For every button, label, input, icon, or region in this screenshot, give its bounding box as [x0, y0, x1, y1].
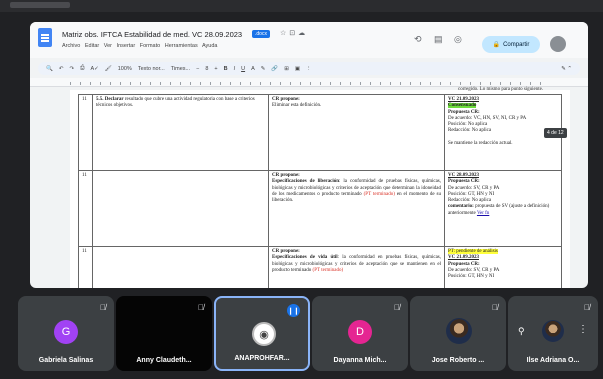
agreement-cell[interactable]: PT: pendiente de análisis VC 21.09.2023 … [444, 246, 562, 288]
shared-screen: Matriz obs. IFTCA Estabilidad de med. VC… [30, 22, 588, 288]
header-fragment: corregido. Lo mismo para punto siguiente… [458, 87, 544, 92]
proposal-cell[interactable]: CR propone: Especificaciones de liberaci… [268, 170, 445, 247]
mic-off-icon: 🎙̸ [584, 303, 590, 312]
meet-icon[interactable]: ◎ [454, 34, 462, 45]
mic-off-icon: 🎙̸ [100, 303, 106, 312]
avatar: G [54, 320, 78, 344]
editing-mode-icon[interactable]: ✎ ⌃ [561, 66, 572, 72]
underline-icon[interactable]: U [241, 66, 245, 72]
original-text-cell[interactable] [92, 170, 269, 247]
participant-name: ANAPROHFAR... [234, 355, 290, 362]
speaking-indicator-icon: ❙❙ [287, 304, 300, 317]
link-icon[interactable]: 🔗 [271, 66, 278, 72]
window-top-bar [0, 0, 603, 12]
bold-icon[interactable]: B [224, 66, 228, 72]
participant-name: Anny Claudeth... [136, 357, 192, 364]
font-size-increase-icon[interactable]: + [214, 66, 217, 72]
mic-off-icon: 🎙̸ [198, 303, 204, 312]
proposal-cell[interactable]: CR propone: Eliminar esta definición. [268, 94, 445, 171]
participant-strip: 🎙̸ G Gabriela Salinas 🎙̸ Anny Claudeth..… [18, 296, 598, 374]
proposal-cell[interactable]: CR propone: Especificaciones de vida úti… [268, 246, 445, 288]
pin-icon[interactable]: ⚲ [518, 326, 525, 337]
document-page[interactable]: corregido. Lo mismo para punto siguiente… [70, 87, 570, 288]
mic-off-icon: 🎙̸ [492, 303, 498, 312]
cloud-status-icon[interactable]: ☁ [298, 30, 308, 37]
original-text-cell[interactable] [92, 246, 269, 288]
agreement-cell[interactable]: VC 28.09.2023 Propuesta CR: De acuerdo: … [444, 170, 562, 247]
participant-tile[interactable]: 🎙̸ G Gabriela Salinas [18, 296, 114, 371]
share-button-label: Compartir [503, 41, 530, 48]
account-avatar[interactable] [550, 36, 566, 52]
lock-icon: 🔒 [492, 42, 501, 48]
formatting-toolbar: 🔍 ↶ ↷ ⎙ A✓ 🖌 100% Texto nor... Times... … [38, 62, 580, 75]
document-title[interactable]: Matriz obs. IFTCA Estabilidad de med. VC… [62, 30, 242, 39]
zoom-select[interactable]: 100% [118, 66, 132, 72]
see-link[interactable]: Ver fn [477, 211, 489, 216]
redo-icon[interactable]: ↷ [69, 66, 74, 72]
participant-name: Gabriela Salinas [38, 357, 94, 364]
more-options-icon[interactable]: ⋮ [578, 324, 588, 335]
original-text-cell[interactable]: 5.5. Declarar resultado que cubre una ac… [92, 94, 269, 171]
participant-tile[interactable]: 🎙̸ Anny Claudeth... [116, 296, 212, 371]
font-size-input[interactable]: 8 [205, 66, 208, 72]
row-number: 11 [78, 170, 93, 247]
move-folder-icon[interactable]: ⊡ [289, 30, 298, 37]
consensus-highlight: Consensuado [448, 103, 477, 109]
font-select[interactable]: Times... [171, 66, 190, 72]
avatar: D [348, 320, 372, 344]
text-color-icon[interactable]: A [251, 66, 255, 72]
participant-photo [446, 318, 472, 344]
spellcheck-icon[interactable]: A✓ [90, 66, 98, 72]
ruler-ticks [70, 82, 548, 85]
style-select[interactable]: Texto nor... [138, 66, 165, 72]
mic-off-icon: 🎙̸ [394, 303, 400, 312]
share-button[interactable]: 🔒 Compartir [482, 36, 540, 53]
print-icon[interactable]: ⎙ [80, 65, 84, 72]
organization-logo-icon: ◉ [252, 322, 276, 346]
top-bar-indicator [10, 2, 70, 8]
participant-tile-active[interactable]: ❙❙ ◉ ANAPROHFAR... [214, 296, 310, 371]
menu-bar[interactable]: Archivo Editar Ver Insertar Formato Herr… [62, 43, 217, 49]
comment-add-icon[interactable]: ⊞ [284, 66, 289, 72]
participant-name: Dayanna Mich... [333, 357, 387, 364]
participant-name: Jose Roberto ... [431, 357, 485, 364]
file-type-badge: .docx [252, 30, 270, 38]
participant-tile[interactable]: 🎙̸ Jose Roberto ... [410, 296, 506, 371]
star-icon[interactable]: ☆ [280, 30, 289, 37]
google-docs-logo-icon[interactable] [38, 28, 52, 47]
page-indicator: 4 de 12 [544, 128, 567, 138]
participant-tile[interactable]: 🎙̸ D Dayanna Mich... [312, 296, 408, 371]
participant-photo [542, 320, 564, 342]
italic-icon[interactable]: I [234, 66, 236, 72]
font-size-decrease-icon[interactable]: − [196, 66, 199, 72]
table-row: 11 CR propone: Especificaciones de liber… [78, 170, 562, 247]
comments-icon[interactable]: ▤ [434, 34, 443, 45]
pending-highlight: PT: pendiente de análisis [448, 249, 498, 254]
table-row: 11 CR propone: Especificaciones de vida … [78, 246, 562, 288]
row-number: 11 [78, 94, 93, 171]
search-icon[interactable]: 🔍 [46, 66, 53, 72]
image-icon[interactable]: ▣ [295, 66, 300, 72]
history-icon[interactable]: ⟲ [414, 34, 422, 45]
more-icon[interactable]: ⋮ [306, 66, 312, 72]
participant-name: Ilse Adriana O... [526, 357, 580, 364]
undo-icon[interactable]: ↶ [59, 66, 64, 72]
row-number: 11 [78, 246, 93, 288]
docs-title-bar: Matriz obs. IFTCA Estabilidad de med. VC… [30, 22, 588, 58]
table-row: 11 5.5. Declarar resultado que cubre una… [78, 94, 562, 171]
title-actions[interactable]: ☆⊡☁ [280, 29, 308, 37]
paint-format-icon[interactable]: 🖌 [105, 66, 112, 72]
ruler[interactable] [30, 78, 588, 87]
highlight-icon[interactable]: ✎ [261, 66, 266, 72]
observations-table: 11 5.5. Declarar resultado que cubre una… [78, 94, 562, 288]
participant-tile[interactable]: 🎙̸ ⚲ ⋮ Ilse Adriana O... [508, 296, 598, 371]
